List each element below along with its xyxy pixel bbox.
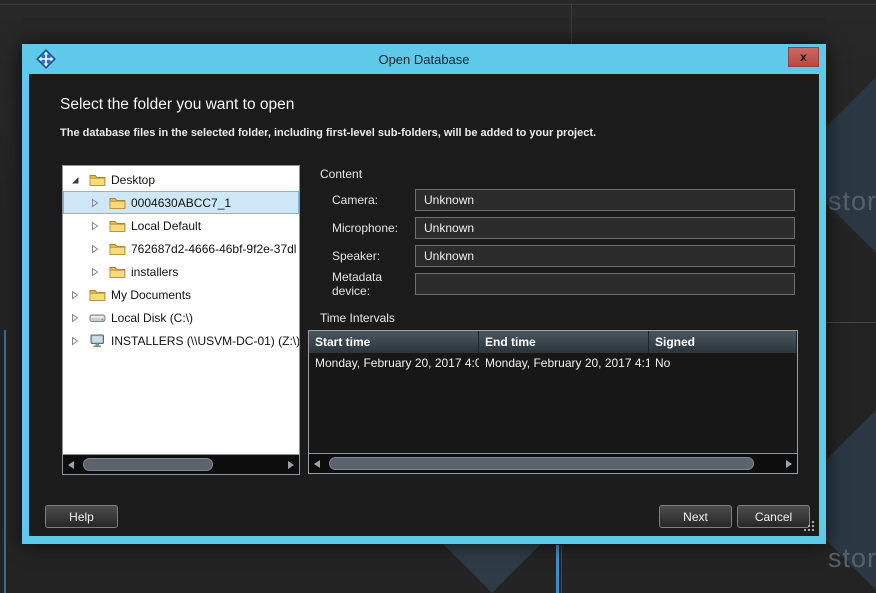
- tree-item-my-documents[interactable]: My Documents: [63, 283, 299, 306]
- content-fields: Camera: Unknown Microphone: Unknown Spea…: [332, 189, 795, 301]
- signed-cell: No: [649, 353, 797, 373]
- scrollbar-thumb[interactable]: [83, 458, 213, 471]
- tree-item-label: 762687d2-4666-46bf-9f2e-37dl: [131, 242, 296, 256]
- camera-label: Camera:: [332, 193, 415, 207]
- dialog-titlebar[interactable]: Open Database x: [29, 44, 819, 74]
- folder-icon: [89, 288, 106, 302]
- workspace-divider-right: [826, 322, 876, 323]
- tree-item-label: Desktop: [111, 173, 155, 187]
- table-row[interactable]: Monday, February 20, 2017 4:0 Monday, Fe…: [309, 353, 797, 373]
- network-drive-icon: [89, 334, 106, 348]
- tree-item-installers[interactable]: installers: [63, 260, 299, 283]
- tree-item-label: Local Disk (C:\): [111, 311, 193, 325]
- collapsed-arrow-icon[interactable]: [70, 313, 80, 323]
- cancel-button[interactable]: Cancel: [737, 505, 810, 528]
- tree-item-label: 0004630ABCC7_1: [131, 196, 231, 210]
- folder-icon: [109, 265, 126, 279]
- time-intervals-table: Start time End time Signed Monday, Febru…: [308, 330, 798, 474]
- tree-item-label: My Documents: [111, 288, 191, 302]
- watermark-text: stor: [828, 186, 876, 217]
- dialog-title: Open Database: [29, 52, 819, 67]
- folder-tree: Desktop 0004630ABCC7_1: [62, 165, 300, 475]
- camera-field[interactable]: Unknown: [415, 189, 795, 211]
- microphone-field-row: Microphone: Unknown: [332, 217, 795, 239]
- close-button[interactable]: x: [788, 47, 819, 67]
- metadata-device-field-row: Metadata device:: [332, 273, 795, 295]
- microphone-field[interactable]: Unknown: [415, 217, 795, 239]
- collapsed-arrow-icon[interactable]: [90, 267, 100, 277]
- folder-tree-list: Desktop 0004630ABCC7_1: [63, 166, 299, 454]
- metadata-device-label: Metadata device:: [332, 270, 415, 298]
- folder-icon: [109, 219, 126, 233]
- speaker-field-row: Speaker: Unknown: [332, 245, 795, 267]
- tree-item-label: installers: [131, 265, 178, 279]
- folder-icon: [109, 242, 126, 256]
- selected-pane-border-left: [4, 330, 6, 593]
- column-header-start-time[interactable]: Start time: [309, 331, 479, 353]
- disk-drive-icon: [89, 311, 106, 325]
- speaker-field[interactable]: Unknown: [415, 245, 795, 267]
- next-button[interactable]: Next: [659, 505, 732, 528]
- selected-pane-border: [556, 545, 559, 593]
- table-empty-area: [309, 373, 797, 453]
- table-horizontal-scrollbar[interactable]: [309, 453, 797, 473]
- column-header-signed[interactable]: Signed: [649, 331, 797, 353]
- scroll-right-icon[interactable]: [288, 461, 294, 469]
- help-button[interactable]: Help: [45, 505, 118, 528]
- tree-item-0004630abcc7-1[interactable]: 0004630ABCC7_1: [63, 191, 299, 214]
- content-section-label: Content: [320, 167, 362, 181]
- scroll-left-icon[interactable]: [314, 460, 320, 468]
- dialog-body: Select the folder you want to open The d…: [29, 74, 819, 536]
- tree-item-local-default[interactable]: Local Default: [63, 214, 299, 237]
- page-subtitle: The database files in the selected folde…: [60, 127, 596, 139]
- speaker-label: Speaker:: [332, 249, 415, 263]
- metadata-device-field[interactable]: [415, 273, 795, 295]
- page-title: Select the folder you want to open: [60, 96, 294, 114]
- tree-item-762687d2[interactable]: 762687d2-4666-46bf-9f2e-37dl: [63, 237, 299, 260]
- tree-item-local-disk-c[interactable]: Local Disk (C:\): [63, 306, 299, 329]
- resize-grip[interactable]: [801, 518, 816, 533]
- scrollbar-thumb[interactable]: [329, 457, 754, 470]
- end-time-cell: Monday, February 20, 2017 4:1: [479, 353, 649, 373]
- workspace-pane-divider: [561, 545, 562, 593]
- table-header-row: Start time End time Signed: [309, 331, 797, 353]
- tree-item-label: Local Default: [131, 219, 201, 233]
- camera-field-row: Camera: Unknown: [332, 189, 795, 211]
- start-time-cell: Monday, February 20, 2017 4:0: [309, 353, 479, 373]
- microphone-label: Microphone:: [332, 221, 415, 235]
- scroll-right-icon[interactable]: [786, 460, 792, 468]
- tree-item-network-drive-z[interactable]: INSTALLERS (\\USVM-DC-01) (Z:\): [63, 329, 299, 352]
- tree-item-label: INSTALLERS (\\USVM-DC-01) (Z:\): [111, 334, 299, 348]
- folder-icon: [89, 173, 106, 187]
- column-header-end-time[interactable]: End time: [479, 331, 649, 353]
- tree-horizontal-scrollbar[interactable]: [63, 454, 299, 474]
- expanded-arrow-icon[interactable]: [70, 175, 80, 185]
- watermark-text: stor: [828, 543, 876, 574]
- collapsed-arrow-icon[interactable]: [90, 198, 100, 208]
- collapsed-arrow-icon[interactable]: [70, 290, 80, 300]
- time-intervals-section-label: Time Intervals: [320, 311, 395, 325]
- scroll-left-icon[interactable]: [68, 461, 74, 469]
- open-database-dialog: Open Database x Select the folder you wa…: [22, 44, 826, 544]
- folder-icon: [109, 196, 126, 210]
- workspace-divider-top: [0, 4, 876, 5]
- tree-item-desktop[interactable]: Desktop: [63, 168, 299, 191]
- collapsed-arrow-icon[interactable]: [70, 336, 80, 346]
- collapsed-arrow-icon[interactable]: [90, 221, 100, 231]
- collapsed-arrow-icon[interactable]: [90, 244, 100, 254]
